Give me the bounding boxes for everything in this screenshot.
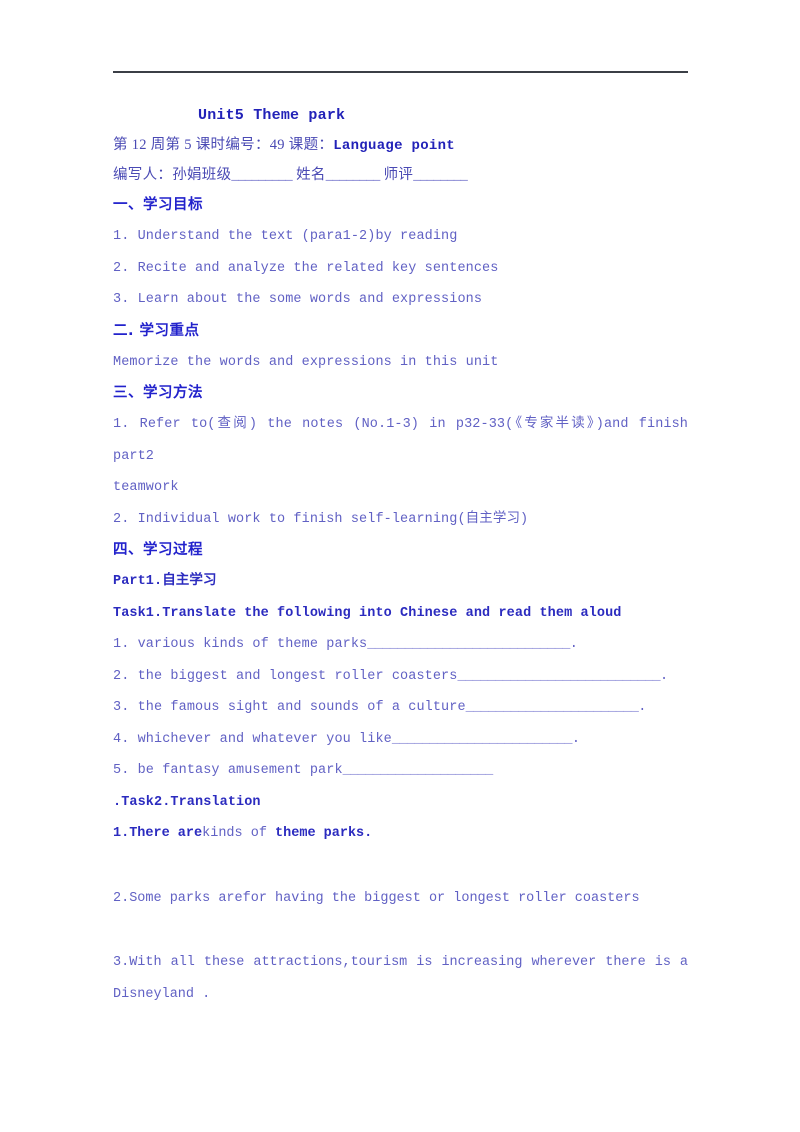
section-heading-methods: 三、学习方法	[113, 385, 203, 401]
task1-item-text: various kinds of theme parks	[137, 637, 368, 652]
task1-heading: Task1.Translate the following into Chine…	[113, 605, 622, 621]
key-point-item: Memorize the words and expressions in th…	[113, 354, 499, 370]
translation-sentence-continued: Disneyland .	[113, 986, 211, 1002]
answer-space[interactable]	[113, 850, 688, 883]
task1-item: 2. the biggest and longest roller coaste…	[113, 661, 688, 693]
part1-heading: Part1.自主学习	[113, 574, 217, 589]
method-item: 2. Individual work to finish self-learni…	[113, 511, 529, 527]
document-page: Unit5 Theme park 第 12 周第 5 课时编号：49 课题：La…	[0, 0, 800, 1132]
task1-item-tail: .	[571, 731, 581, 747]
objective-item: 1. Understand the text (para1-2)by readi…	[113, 229, 458, 244]
review-label: 师评	[379, 167, 414, 183]
section-heading-objectives: 一、学习目标	[113, 197, 203, 213]
task1-item-blank[interactable]: ___________________________	[457, 669, 660, 684]
review-blank[interactable]: ________	[413, 167, 468, 183]
translation-fragment: kinds of	[202, 826, 276, 841]
page-title: Unit5 Theme park	[198, 107, 346, 124]
lesson-info-label: 第 12 周第 5 课时编号：49 课题：	[113, 137, 334, 153]
task1-item-number: 2.	[113, 668, 138, 684]
task1-item: 5. be fantasy amusement park____________…	[113, 755, 688, 787]
translation-sentence: 1.There arekinds of theme parks.	[113, 818, 688, 850]
task1-item-blank[interactable]: ________________________	[392, 732, 573, 747]
task1-item-number: 4.	[113, 731, 138, 747]
task1-item: 4. whichever and whatever you like______…	[113, 724, 688, 756]
name-blank[interactable]: ________	[326, 167, 381, 183]
name-label: 姓名	[292, 167, 326, 183]
objective-item: 2. Recite and analyze the related key se…	[113, 260, 499, 276]
task1-item-text: whichever and whatever you like	[137, 731, 392, 747]
translation-fragment-bold: theme parks.	[275, 826, 373, 841]
task1-item-tail: .	[569, 637, 578, 652]
task1-item-text: be fantasy amusement park	[137, 763, 343, 778]
method-item-continued: teamwork	[113, 480, 179, 495]
task1-item-tail: .	[638, 700, 647, 715]
answer-space[interactable]	[113, 914, 688, 947]
translation-sentence: 2.Some parks arefor having the biggest o…	[113, 890, 640, 906]
task1-item-number: 5.	[113, 763, 138, 778]
task1-item-tail: .	[660, 668, 669, 684]
task1-item-text: the famous sight and sounds of a culture	[137, 700, 466, 715]
translation-fragment-bold: 1.There are	[113, 826, 203, 841]
translation-sentence: 3.With all these attractions,tourism is …	[113, 955, 688, 970]
task1-item-blank[interactable]: ___________________________	[367, 637, 570, 652]
lesson-topic-value: Language point	[333, 138, 456, 154]
task1-item-blank[interactable]: _______________________	[466, 700, 639, 715]
author-label: 编写人：孙娟班级	[113, 167, 232, 183]
author-meta-line: 编写人：孙娟班级_________ 姓名________ 师评________	[113, 161, 688, 190]
section-heading-key-points: 二. 学习重点	[113, 322, 200, 339]
task1-item: 1. various kinds of theme parks_________…	[113, 629, 688, 661]
task1-item-number: 3.	[113, 700, 138, 715]
task1-item: 3. the famous sight and sounds of a cult…	[113, 692, 688, 724]
task2-heading: .Task2.Translation	[113, 794, 261, 810]
task1-item-number: 1.	[113, 637, 138, 652]
header-rule	[113, 71, 688, 73]
document-body: Unit5 Theme park 第 12 周第 5 课时编号：49 课题：La…	[113, 100, 688, 1010]
lesson-meta-line: 第 12 周第 5 课时编号：49 课题：Language point	[113, 131, 688, 161]
section-heading-process: 四、学习过程	[113, 542, 203, 558]
method-item: 1. Refer to(查阅) the notes (No.1-3) in p3…	[113, 417, 688, 464]
task1-item-blank[interactable]: ____________________	[343, 763, 494, 778]
task1-item-text: the biggest and longest roller coasters	[137, 668, 458, 684]
author-blank[interactable]: _________	[231, 167, 292, 183]
objective-item: 3. Learn about the some words and expres…	[113, 292, 483, 307]
